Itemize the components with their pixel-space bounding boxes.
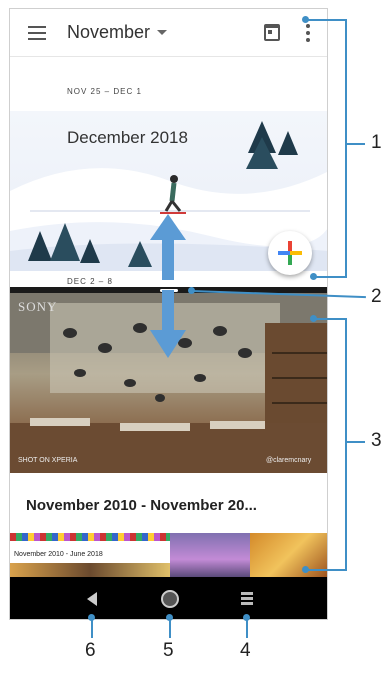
camera-watermark: SHOT ON XPERIA xyxy=(18,457,78,464)
thumbnail-label: November 2010 - June 2018 xyxy=(14,551,103,558)
photo-credit: @claremcnary xyxy=(266,457,312,464)
today-icon[interactable] xyxy=(264,24,280,41)
week-range-label: NOV 25 – DEC 1 xyxy=(67,87,142,96)
callout-2: 2 xyxy=(371,286,382,307)
thumbnail-2[interactable] xyxy=(170,533,250,577)
more-vert-icon[interactable] xyxy=(306,24,310,42)
callout-6: 6 xyxy=(85,640,96,661)
thumbnail-1[interactable]: November 2010 - June 2018 xyxy=(10,533,170,577)
back-icon[interactable] xyxy=(87,592,97,606)
calendar-toolbar: November xyxy=(10,9,327,57)
banner-title: December 2018 xyxy=(67,128,188,147)
recents-icon[interactable] xyxy=(241,592,253,606)
home-icon[interactable] xyxy=(161,590,179,608)
arrow-down-icon xyxy=(150,330,186,358)
album-title[interactable]: November 2010 - November 20... xyxy=(26,497,257,514)
week-range-label-2: DEC 2 – 8 xyxy=(67,277,113,286)
callout-3: 3 xyxy=(371,430,382,451)
arrow-up-icon xyxy=(150,214,186,240)
callout-4: 4 xyxy=(240,640,251,661)
callout-1: 1 xyxy=(371,132,382,153)
caret-down-icon[interactable] xyxy=(157,30,167,35)
thumbnail-strip: November 2010 - June 2018 xyxy=(10,533,327,577)
add-event-button[interactable] xyxy=(268,231,312,275)
brand-watermark: SONY xyxy=(18,299,58,314)
month-selector[interactable]: November xyxy=(67,22,150,43)
menu-icon[interactable] xyxy=(28,26,46,40)
callout-5: 5 xyxy=(163,640,174,661)
